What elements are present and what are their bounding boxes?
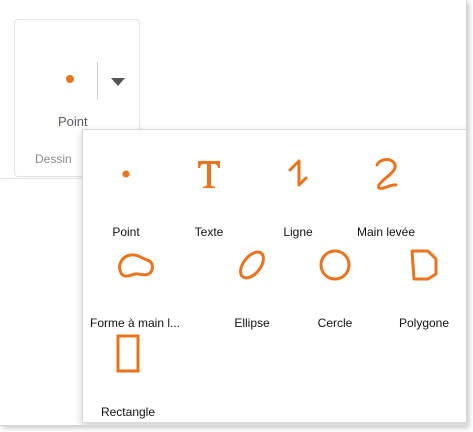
tool-ellipse[interactable]: Ellipse (223, 239, 281, 330)
tool-freehand[interactable]: Main levée (345, 148, 427, 239)
tool-text[interactable]: Texte (177, 148, 241, 239)
drawing-tool-window: Point Dessin Point Texte Ligne Main levé… (0, 0, 467, 426)
point-icon (100, 148, 152, 200)
drawing-tools-menu: Point Texte Ligne Main levée Forme à mai… (82, 129, 466, 423)
rectangle-icon (90, 328, 166, 380)
tool-line[interactable]: Ligne (267, 148, 329, 239)
chevron-down-icon (111, 78, 125, 86)
tool-label: Ellipse (234, 316, 270, 330)
tool-label: Rectangle (100, 405, 156, 419)
freehand-icon (345, 148, 427, 200)
text-icon (177, 148, 241, 200)
tool-rectangle[interactable]: Rectangle (90, 328, 166, 419)
ellipse-icon (223, 239, 281, 291)
point-tool-button[interactable] (41, 50, 85, 110)
point-icon (66, 75, 74, 83)
tool-circle[interactable]: Cercle (307, 239, 363, 330)
tool-dropdown-button[interactable] (102, 62, 132, 100)
polygon-icon (387, 239, 461, 291)
tool-polygon[interactable]: Polygone (387, 239, 461, 330)
line-icon (267, 148, 329, 200)
freehand-shape-icon (89, 239, 181, 291)
tool-label: Cercle (317, 316, 353, 330)
tool-label: Polygone (398, 316, 450, 330)
tool-freehand-shape[interactable]: Forme à main l... (89, 239, 181, 330)
circle-icon (307, 239, 363, 291)
tool-point[interactable]: Point (100, 148, 152, 239)
split-button-divider (97, 62, 98, 100)
